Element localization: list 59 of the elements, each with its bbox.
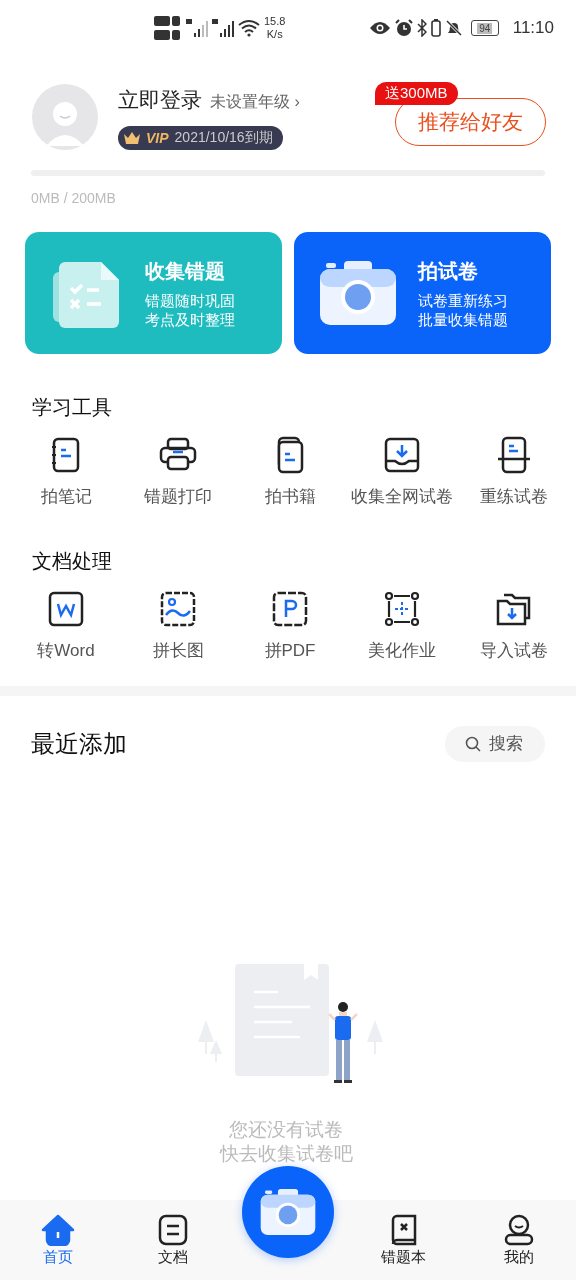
crown-icon [124, 132, 140, 144]
tool-button[interactable]: 拍笔记 [10, 435, 122, 508]
tool-button[interactable]: 美化作业 [346, 589, 458, 662]
vip-label: VIP [146, 130, 169, 146]
tool-button[interactable]: 拼PDF [234, 589, 346, 662]
card-title: 拍试卷 [418, 258, 479, 284]
card-subtitle: 错题随时巩固 [145, 290, 235, 310]
card-title: 收集错题 [145, 258, 226, 284]
section-title: 学习工具 [31, 395, 113, 420]
tool-button[interactable]: 错题打印 [122, 435, 234, 508]
network-speed-unit: K/s [266, 28, 283, 41]
pdf-document-icon [270, 589, 310, 629]
nav-tab[interactable]: 首页 [0, 1214, 115, 1267]
dual-sim-icon [154, 14, 182, 42]
muted-bell-icon [444, 19, 463, 37]
camera-icon [260, 1189, 316, 1235]
wifi-icon [238, 19, 260, 37]
camera-icon [320, 261, 396, 325]
tool-button[interactable]: 拍书籍 [234, 435, 346, 508]
image-icon [158, 589, 198, 629]
battery-icon: 94 [470, 20, 499, 36]
network-speed: 15.8 [264, 15, 286, 28]
tool-button[interactable]: 重练试卷 [458, 435, 570, 508]
inbox-download-icon [382, 435, 422, 475]
tool-button[interactable]: 转Word [10, 589, 122, 662]
storage-reading: 0MB / 200MB [31, 190, 117, 206]
profile-icon [503, 1214, 534, 1246]
eye-icon [368, 21, 391, 35]
home-icon [40, 1214, 75, 1246]
search-icon [465, 736, 481, 752]
card-subtitle: 试卷重新练习 [418, 290, 508, 310]
grade-link[interactable]: 未设置年级 › [210, 92, 300, 113]
empty-message: 快去收集试卷吧 [219, 1142, 353, 1166]
signal-icon [186, 17, 208, 39]
tool-button[interactable]: 导入试卷 [458, 589, 570, 662]
document-icon [157, 1214, 188, 1246]
alarm-icon [394, 19, 413, 37]
section-title: 最近添加 [31, 729, 127, 759]
word-document-icon [46, 589, 86, 629]
crop-frame-icon [382, 589, 422, 629]
feature-card[interactable]: 拍试卷 试卷重新练习 批量收集错题 [294, 232, 551, 354]
signal-icon [212, 17, 234, 39]
section-title: 文档处理 [31, 549, 113, 574]
nav-tab[interactable]: 我的 [461, 1214, 576, 1267]
bluetooth-icon [416, 19, 427, 37]
bonus-badge: 送300MB [375, 82, 458, 105]
login-link[interactable]: 立即登录 [118, 86, 202, 114]
card-subtitle: 批量收集错题 [418, 309, 508, 329]
tool-button[interactable]: 拼长图 [122, 589, 234, 662]
card-subtitle: 考点及时整理 [145, 309, 235, 329]
nav-tab[interactable]: 错题本 [346, 1214, 461, 1267]
search-field[interactable]: 搜索 [445, 726, 545, 762]
camera-button[interactable] [242, 1166, 334, 1258]
nav-tab[interactable]: 文档 [115, 1214, 230, 1267]
empty-message: 您还没有试卷 [229, 1118, 343, 1142]
vip-expiry: 2021/10/16到期 [174, 129, 273, 147]
clock-time: 11:10 [512, 18, 554, 38]
tool-button[interactable]: 收集全网试卷 [346, 435, 458, 508]
vibrate-icon [430, 19, 441, 37]
